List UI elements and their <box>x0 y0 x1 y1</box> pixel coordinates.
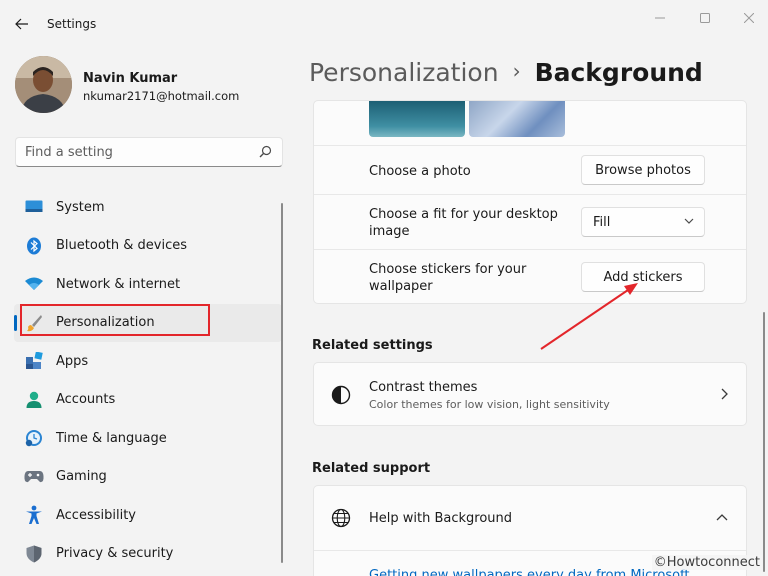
sidebar-item-accounts[interactable]: Accounts <box>14 381 282 420</box>
sidebar-item-accessibility[interactable]: Accessibility <box>14 496 282 535</box>
sidebar-item-apps[interactable]: Apps <box>14 342 282 381</box>
search-placeholder: Find a setting <box>25 145 113 160</box>
gamepad-icon <box>24 467 44 487</box>
fit-dropdown-value: Fill <box>593 215 611 230</box>
back-button[interactable] <box>10 12 34 36</box>
choose-photo-label: Choose a photo <box>369 164 471 179</box>
maximize-icon <box>700 13 710 23</box>
chevron-down-icon <box>684 218 694 224</box>
contrast-themes-title: Contrast themes <box>369 380 478 395</box>
globe-icon <box>331 508 351 528</box>
profile-email: nkumar2171@hotmail.com <box>83 89 240 103</box>
bluetooth-icon <box>24 236 44 256</box>
sidebar-item-label: Bluetooth & devices <box>56 238 187 254</box>
contrast-themes-card[interactable]: Contrast themes Color themes for low vis… <box>313 362 747 426</box>
sidebar-item-label: Accessibility <box>56 507 136 523</box>
system-icon <box>24 197 44 217</box>
sidebar-item-network[interactable]: Network & internet <box>14 265 282 304</box>
chevron-right-icon <box>721 388 728 400</box>
minimize-button[interactable] <box>638 4 682 32</box>
related-settings-heading: Related settings <box>312 338 433 353</box>
sidebar-item-label: Gaming <box>56 469 107 485</box>
row-divider <box>314 249 746 250</box>
search-icon <box>259 145 272 158</box>
watermark: ©Howtoconnect <box>651 555 762 570</box>
sidebar-item-label: Network & internet <box>56 276 181 292</box>
page-title: Background <box>534 58 703 87</box>
back-arrow-icon <box>15 18 28 30</box>
sidebar-item-gaming[interactable]: Gaming <box>14 458 282 497</box>
row-divider <box>314 145 746 146</box>
wallpapers-help-link[interactable]: Getting new wallpapers every day from Mi… <box>369 568 690 576</box>
wallpaper-thumbnail[interactable] <box>469 101 565 137</box>
minimize-icon <box>655 17 665 19</box>
user-profile[interactable]: Navin Kumar nkumar2171@hotmail.com <box>15 56 275 114</box>
sidebar-item-label: Apps <box>56 353 89 369</box>
related-support-heading: Related support <box>312 461 431 476</box>
browse-photos-button[interactable]: Browse photos <box>581 155 705 185</box>
row-divider <box>314 194 746 195</box>
maximize-button[interactable] <box>683 4 727 32</box>
annotation-highlight-box <box>20 304 210 336</box>
close-button[interactable] <box>727 4 768 32</box>
title-bar: Settings <box>0 0 768 48</box>
fit-dropdown[interactable]: Fill <box>581 207 705 237</box>
main-scrollbar[interactable] <box>763 312 765 572</box>
help-with-background-title[interactable]: Help with Background <box>369 511 512 526</box>
sidebar-item-label: Privacy & security <box>56 546 174 562</box>
sidebar-item-label: Time & language <box>56 430 167 446</box>
accessibility-icon <box>24 505 44 525</box>
profile-name: Navin Kumar <box>83 71 178 86</box>
clock-globe-icon <box>24 428 44 448</box>
sidebar-item-privacy-security[interactable]: Privacy & security <box>14 535 282 574</box>
person-icon <box>24 390 44 410</box>
chevron-up-icon[interactable] <box>716 513 728 521</box>
shield-icon <box>24 544 44 564</box>
background-settings-card: Choose a photo Browse photos Choose a fi… <box>313 100 747 304</box>
avatar <box>15 56 72 113</box>
breadcrumb-separator: › <box>512 59 521 83</box>
wallpaper-thumbnail[interactable] <box>369 101 465 137</box>
contrast-icon <box>331 385 351 405</box>
sidebar-item-bluetooth[interactable]: Bluetooth & devices <box>14 227 282 266</box>
sidebar-item-system[interactable]: System <box>14 188 282 227</box>
breadcrumb: Personalization › Background <box>309 58 703 87</box>
sidebar-nav: System Bluetooth & devices Network & int… <box>14 188 282 573</box>
add-stickers-button[interactable]: Add stickers <box>581 262 705 292</box>
row-divider <box>314 550 746 551</box>
choose-stickers-label: Choose stickers for your wallpaper <box>369 262 527 294</box>
sidebar-item-time-language[interactable]: Time & language <box>14 419 282 458</box>
close-icon <box>744 13 754 23</box>
sidebar-scrollbar[interactable] <box>281 203 283 563</box>
sidebar-item-label: System <box>56 199 105 215</box>
apps-icon <box>24 351 44 371</box>
wifi-icon <box>24 274 44 294</box>
selection-indicator <box>14 314 17 331</box>
sidebar-item-label: Accounts <box>56 392 116 408</box>
search-input[interactable]: Find a setting <box>15 137 283 167</box>
contrast-themes-subtitle: Color themes for low vision, light sensi… <box>369 398 610 411</box>
breadcrumb-parent[interactable]: Personalization <box>309 58 499 87</box>
app-title: Settings <box>47 17 97 31</box>
choose-fit-label: Choose a fit for your desktop image <box>369 207 558 239</box>
